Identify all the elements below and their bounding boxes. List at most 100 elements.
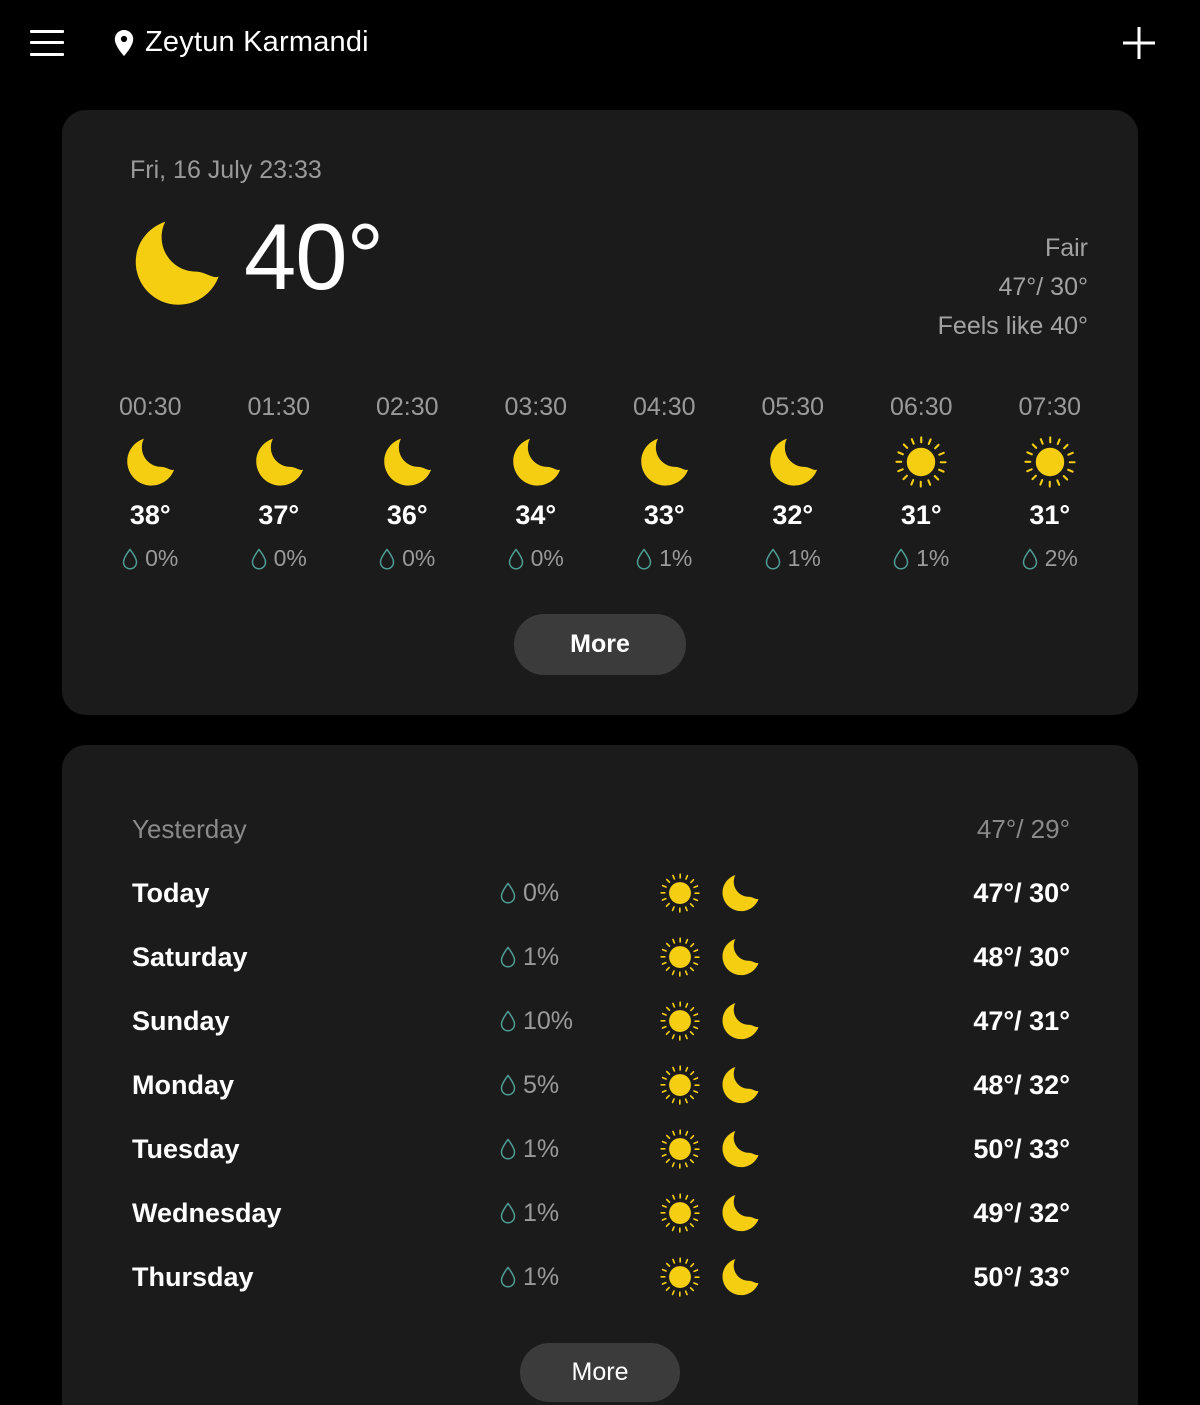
daily-condition-icons — [660, 937, 780, 977]
daily-high-low: 50°/ 33° — [973, 1133, 1070, 1164]
daily-day-name: Yesterday — [132, 813, 247, 844]
hourly-forecast-item[interactable]: 05:30 32° 1% — [729, 393, 858, 572]
hourly-time: 06:30 — [889, 393, 953, 422]
daily-day-name: Monday — [132, 1069, 235, 1100]
location-pin-icon — [114, 29, 134, 56]
hourly-temperature: 34° — [515, 500, 557, 531]
daily-forecast-row[interactable]: Saturday 1% 48°/ 30° — [62, 925, 1138, 989]
hourly-forecast-item[interactable]: 00:30 38° 0% — [86, 393, 215, 572]
sun-icon — [660, 937, 700, 977]
daily-forecast-card: Yesterday 47°/ 29° Today 0% 47°/ 30° Saturday… — [62, 745, 1138, 1405]
daily-condition-icons — [660, 1065, 780, 1105]
crescent-moon-icon — [253, 422, 305, 500]
water-drop-icon — [636, 548, 659, 570]
hourly-precipitation: 0% — [508, 545, 564, 572]
daily-day-name: Thursday — [132, 1261, 254, 1292]
hourly-forecast-item[interactable]: 02:30 36° 0% — [343, 393, 472, 572]
hourly-precipitation: 2% — [1022, 545, 1078, 572]
current-condition: Fair — [1044, 234, 1088, 262]
hourly-forecast-list: 00:30 38° 0% 01:30 37° 0% 02:30 36° 0% 03:30 34° 0%… — [62, 393, 1138, 572]
hourly-precipitation: 1% — [893, 545, 949, 572]
daily-condition-icons — [660, 873, 780, 913]
daily-pop-value: 1% — [523, 1262, 560, 1291]
hourly-precipitation: 0% — [379, 545, 435, 572]
water-drop-icon — [500, 1266, 523, 1288]
hourly-pop-value: 1% — [787, 545, 821, 572]
sun-icon — [660, 1257, 700, 1297]
location-display[interactable]: Zeytun Karmandi — [114, 26, 369, 59]
water-drop-icon — [500, 1202, 523, 1224]
hourly-pop-value: 0% — [530, 545, 564, 572]
daily-high-low: 50°/ 33° — [973, 1261, 1070, 1292]
crescent-moon-icon — [720, 937, 760, 977]
app-header: Zeytun Karmandi — [0, 0, 1200, 85]
water-drop-icon — [500, 946, 523, 968]
daily-high-low: 47°/ 29° — [976, 813, 1070, 844]
daily-pop-value: 1% — [523, 942, 560, 971]
hourly-precipitation: 0% — [122, 545, 178, 572]
daily-forecast-row[interactable]: Yesterday 47°/ 29° — [62, 797, 1138, 861]
crescent-moon-icon — [720, 1193, 760, 1233]
hamburger-menu-icon[interactable] — [30, 28, 64, 58]
water-drop-icon — [251, 548, 274, 570]
daily-pop-value: 5% — [523, 1070, 560, 1099]
hourly-temperature: 33° — [643, 500, 685, 531]
water-drop-icon — [500, 882, 523, 904]
hourly-more-button[interactable]: More — [514, 614, 686, 676]
daily-precipitation: 0% — [500, 879, 660, 908]
sun-icon — [1024, 422, 1076, 500]
hourly-temperature: 31° — [1029, 500, 1071, 531]
crescent-moon-icon — [510, 422, 562, 500]
current-temp-group: 40° — [130, 210, 384, 309]
daily-condition-icons — [660, 1257, 780, 1297]
daily-high-low: 48°/ 30° — [973, 941, 1070, 972]
sun-icon — [660, 1193, 700, 1233]
water-drop-icon — [122, 548, 145, 570]
hourly-temperature: 38° — [129, 500, 171, 531]
daily-high-low: 49°/ 32° — [973, 1197, 1070, 1228]
daily-pop-value: 0% — [523, 878, 560, 907]
daily-forecast-row[interactable]: Thursday 1% 50°/ 33° — [62, 1245, 1138, 1309]
water-drop-icon — [1022, 548, 1045, 570]
water-drop-icon — [500, 1010, 523, 1032]
hourly-forecast-item[interactable]: 07:30 31° 2% — [986, 393, 1115, 572]
hourly-time: 07:30 — [1018, 393, 1082, 422]
daily-day-name: Sunday — [132, 1005, 230, 1036]
hourly-forecast-item[interactable]: 01:30 37° 0% — [215, 393, 344, 572]
daily-forecast-row[interactable]: Tuesday 1% 50°/ 33° — [62, 1117, 1138, 1181]
hourly-time: 04:30 — [632, 393, 696, 422]
hourly-temperature: 36° — [386, 500, 428, 531]
water-drop-icon — [765, 548, 788, 570]
crescent-moon-icon — [767, 422, 819, 500]
crescent-moon-icon — [720, 1065, 760, 1105]
crescent-moon-icon — [381, 422, 433, 500]
sun-icon — [660, 873, 700, 913]
hourly-forecast-item[interactable]: 03:30 34° 0% — [472, 393, 601, 572]
crescent-moon-icon — [720, 1001, 760, 1041]
hourly-pop-value: 0% — [402, 545, 436, 572]
daily-forecast-list: Yesterday 47°/ 29° Today 0% 47°/ 30° Saturday… — [62, 797, 1138, 1309]
current-datetime: Fri, 16 July 23:33 — [130, 156, 322, 184]
daily-forecast-row[interactable]: Sunday 10% 47°/ 31° — [62, 989, 1138, 1053]
daily-forecast-row[interactable]: Today 0% 47°/ 30° — [62, 861, 1138, 925]
daily-more-button[interactable]: More — [519, 1343, 681, 1403]
hourly-precipitation: 0% — [251, 545, 307, 572]
daily-pop-value: 10% — [523, 1006, 574, 1035]
daily-precipitation: 1% — [500, 1263, 660, 1292]
daily-forecast-row[interactable]: Monday 5% 48°/ 32° — [62, 1053, 1138, 1117]
crescent-moon-icon — [130, 217, 222, 309]
hourly-forecast-item[interactable]: 04:30 33° 1% — [600, 393, 729, 572]
daily-precipitation: 1% — [500, 1135, 660, 1164]
hourly-forecast-item[interactable]: 06:30 31° 1% — [857, 393, 986, 572]
hourly-precipitation: 1% — [636, 545, 692, 572]
daily-forecast-row[interactable]: Wednesday 1% 49°/ 32° — [62, 1181, 1138, 1245]
hourly-temperature: 37° — [258, 500, 300, 531]
hourly-time: 02:30 — [375, 393, 439, 422]
water-drop-icon — [500, 1074, 523, 1096]
crescent-moon-icon — [720, 1257, 760, 1297]
current-temperature: 40° — [244, 204, 384, 310]
daily-more-wrap: More — [62, 1343, 1138, 1405]
plus-icon[interactable] — [1116, 20, 1162, 66]
hourly-pop-value: 1% — [916, 545, 950, 572]
current-high-low: 47°/ 30° — [998, 272, 1088, 301]
